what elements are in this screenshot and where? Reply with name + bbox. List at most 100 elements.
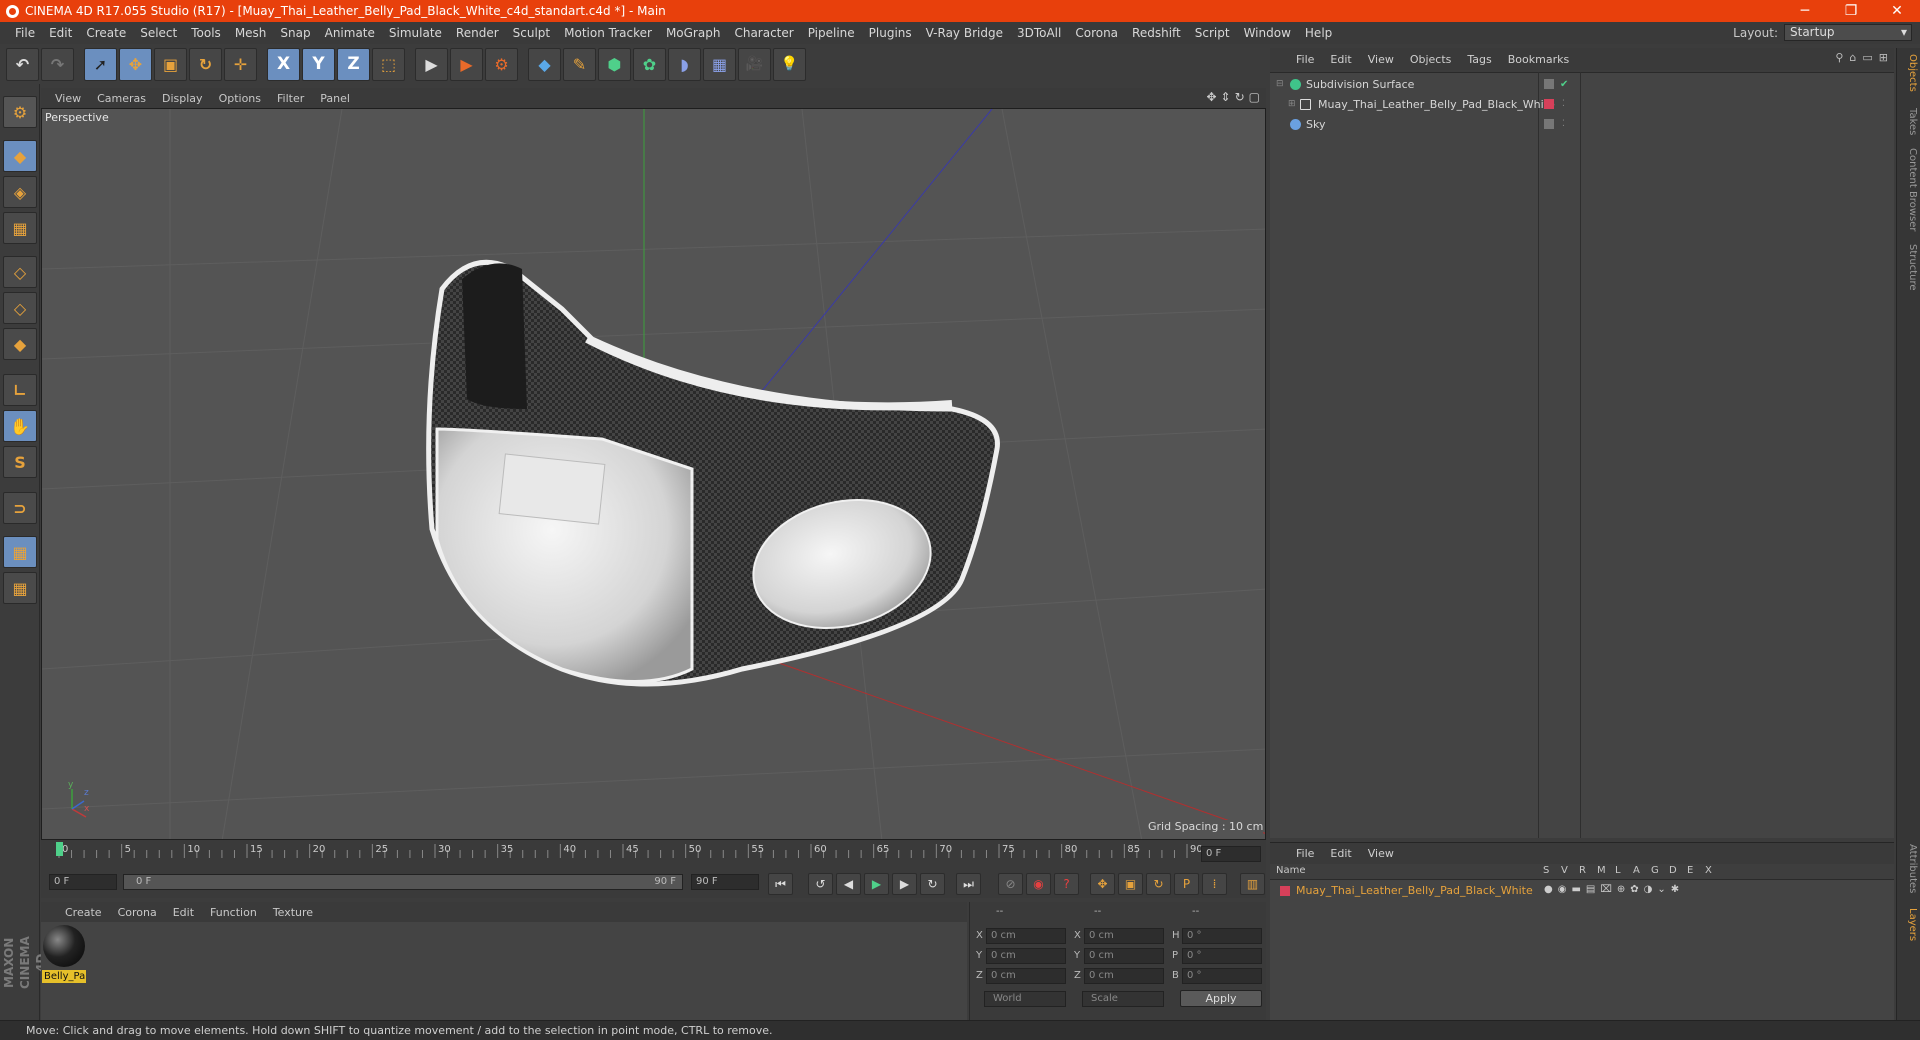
subdivision-surface-button[interactable]: ⬢ [598,47,631,81]
object-row-subdivision[interactable]: ⊟ Subdivision Surface ✔ [1272,75,1892,93]
layers-menu-edit[interactable]: Edit [1322,847,1359,860]
pen-spline-button[interactable]: ✎ [563,47,596,81]
model-mode-icon[interactable]: ◆ [3,140,37,172]
menu-simulate[interactable]: Simulate [382,26,449,40]
layout-dropdown[interactable]: Startup [1784,24,1912,41]
floor-button[interactable]: ▦ [703,47,736,81]
light-button[interactable]: 💡 [773,47,806,81]
scale-tool-button[interactable]: ▣ [154,47,187,81]
menu-select[interactable]: Select [133,26,184,40]
menu-script[interactable]: Script [1188,26,1237,40]
rot-h-field[interactable]: 0 ° [1182,928,1262,944]
layers-menu-view[interactable]: View [1360,847,1402,860]
layer-swatch-icon[interactable] [1544,119,1554,129]
make-editable-icon[interactable]: ⚙ [3,96,37,128]
tab-objects[interactable]: Objects [1900,54,1918,92]
menu-mesh[interactable]: Mesh [228,26,274,40]
minimize-button[interactable]: ─ [1782,0,1828,22]
timeline-ruler[interactable]: 0 5 10 15 20 25 30 35 40 45 50 55 60 65 70 75 80 85 90 0 F [41,840,1266,868]
menu-help[interactable]: Help [1298,26,1339,40]
layer-color-swatch[interactable] [1544,99,1554,109]
tab-content-browser[interactable]: Content Browser [1900,148,1918,231]
autokey-icon[interactable]: ? [1054,873,1079,895]
viewport-menu-display[interactable]: Display [154,92,211,105]
menu-animate[interactable]: Animate [318,26,382,40]
size-y-field[interactable]: 0 cm [1084,948,1164,964]
key-parameter-icon[interactable]: P [1174,873,1199,895]
menu-create[interactable]: Create [79,26,133,40]
menu-edit[interactable]: Edit [42,26,79,40]
redo-button[interactable]: ↷ [41,47,74,81]
undo-button[interactable]: ↶ [6,47,39,81]
current-frame-field[interactable]: 0 F [1201,846,1261,862]
recent-tool-button[interactable]: ✛ [224,47,257,81]
material-name-label[interactable]: Belly_Pa [42,970,86,983]
collapse-icon[interactable]: ▭ [1862,51,1872,64]
go-to-end-icon[interactable]: ⏭ [956,873,981,895]
cloner-button[interactable]: ✿ [633,47,666,81]
key-pla-icon[interactable]: ⁞ [1202,873,1227,895]
motion-record-icon[interactable]: ⊘ [998,873,1023,895]
coordinate-system-button[interactable]: ⬚ [372,47,405,81]
tab-takes[interactable]: Takes [1900,108,1918,135]
points-mode-icon[interactable]: ◇ [3,256,37,288]
playhead-marker[interactable] [56,842,63,856]
objects-menu-edit[interactable]: Edit [1322,53,1359,66]
enabled-check-icon[interactable]: ✔ [1560,79,1568,90]
maximize-view-icon[interactable]: ▢ [1249,90,1260,104]
collapse-toggle-icon[interactable]: ⊟ [1276,79,1284,89]
layer-name[interactable]: Muay_Thai_Leather_Belly_Pad_Black_White [1296,884,1533,897]
objects-menu-objects[interactable]: Objects [1402,53,1460,66]
go-to-start-icon[interactable]: ⏮ [768,873,793,895]
next-key-icon[interactable]: ↻ [920,873,945,895]
render-picture-viewer-button[interactable]: ▶ [450,47,483,81]
lock-workplane-icon[interactable]: ▦ [3,536,37,568]
home-icon[interactable]: ⌂ [1849,51,1856,64]
material-menu-function[interactable]: Function [202,906,265,919]
timeline-window-icon[interactable]: ▥ [1240,873,1265,895]
pan-icon[interactable]: ✥ [1206,90,1216,104]
start-frame-field[interactable]: 0 F [49,874,117,890]
render-view-button[interactable]: ▶ [415,47,448,81]
frame-range-slider[interactable]: 0 F 90 F [123,874,683,890]
menu-3dtoall[interactable]: 3DToAll [1010,26,1068,40]
workplane-mode-icon[interactable]: ▦ [3,212,37,244]
material-preview-ball[interactable] [43,925,85,967]
expand-toggle-icon[interactable]: ⊞ [1288,99,1296,109]
previous-frame-icon[interactable]: ◀ [836,873,861,895]
key-scale-icon[interactable]: ▣ [1118,873,1143,895]
deformer-button[interactable]: ◗ [668,47,701,81]
layer-row[interactable]: Muay_Thai_Leather_Belly_Pad_Black_White … [1272,883,1892,899]
axis-mode-icon[interactable]: ∟ [3,374,37,406]
layer-color-swatch[interactable] [1280,886,1290,896]
size-z-field[interactable]: 0 cm [1084,968,1164,984]
close-button[interactable]: ✕ [1874,0,1920,22]
viewport-menu-filter[interactable]: Filter [269,92,312,105]
planar-workplane-icon[interactable]: ▦ [3,572,37,604]
layer-swatch-icon[interactable] [1544,79,1554,89]
new-window-icon[interactable]: ⊞ [1879,51,1888,64]
rot-p-field[interactable]: 0 ° [1182,948,1262,964]
objects-menu-file[interactable]: File [1288,53,1322,66]
menu-sculpt[interactable]: Sculpt [506,26,557,40]
render-settings-button[interactable]: ⚙ [485,47,518,81]
menu-tools[interactable]: Tools [184,26,228,40]
menu-motion-tracker[interactable]: Motion Tracker [557,26,659,40]
objects-menu-view[interactable]: View [1360,53,1402,66]
object-row-sky[interactable]: Sky ⁚ [1272,115,1892,133]
snap-icon[interactable]: S [3,446,37,478]
tab-layers[interactable]: Layers [1900,908,1918,941]
visibility-dots-icon[interactable]: ⁚ [1562,99,1565,109]
pos-x-field[interactable]: 0 cm [986,928,1066,944]
key-position-icon[interactable]: ✥ [1090,873,1115,895]
menu-plugins[interactable]: Plugins [862,26,919,40]
cube-primitive-button[interactable]: ◆ [528,47,561,81]
viewport-menu-view[interactable]: View [47,92,89,105]
previous-key-icon[interactable]: ↺ [808,873,833,895]
perspective-viewport[interactable] [41,108,1266,840]
x-axis-button[interactable]: X [267,47,300,81]
next-frame-icon[interactable]: ▶ [892,873,917,895]
menu-corona[interactable]: Corona [1068,26,1125,40]
layer-toggle-icons[interactable]: ●◉▬▤⌧⊕✿◑⌄✱ [1544,884,1684,895]
texture-mode-icon[interactable]: ◈ [3,176,37,208]
